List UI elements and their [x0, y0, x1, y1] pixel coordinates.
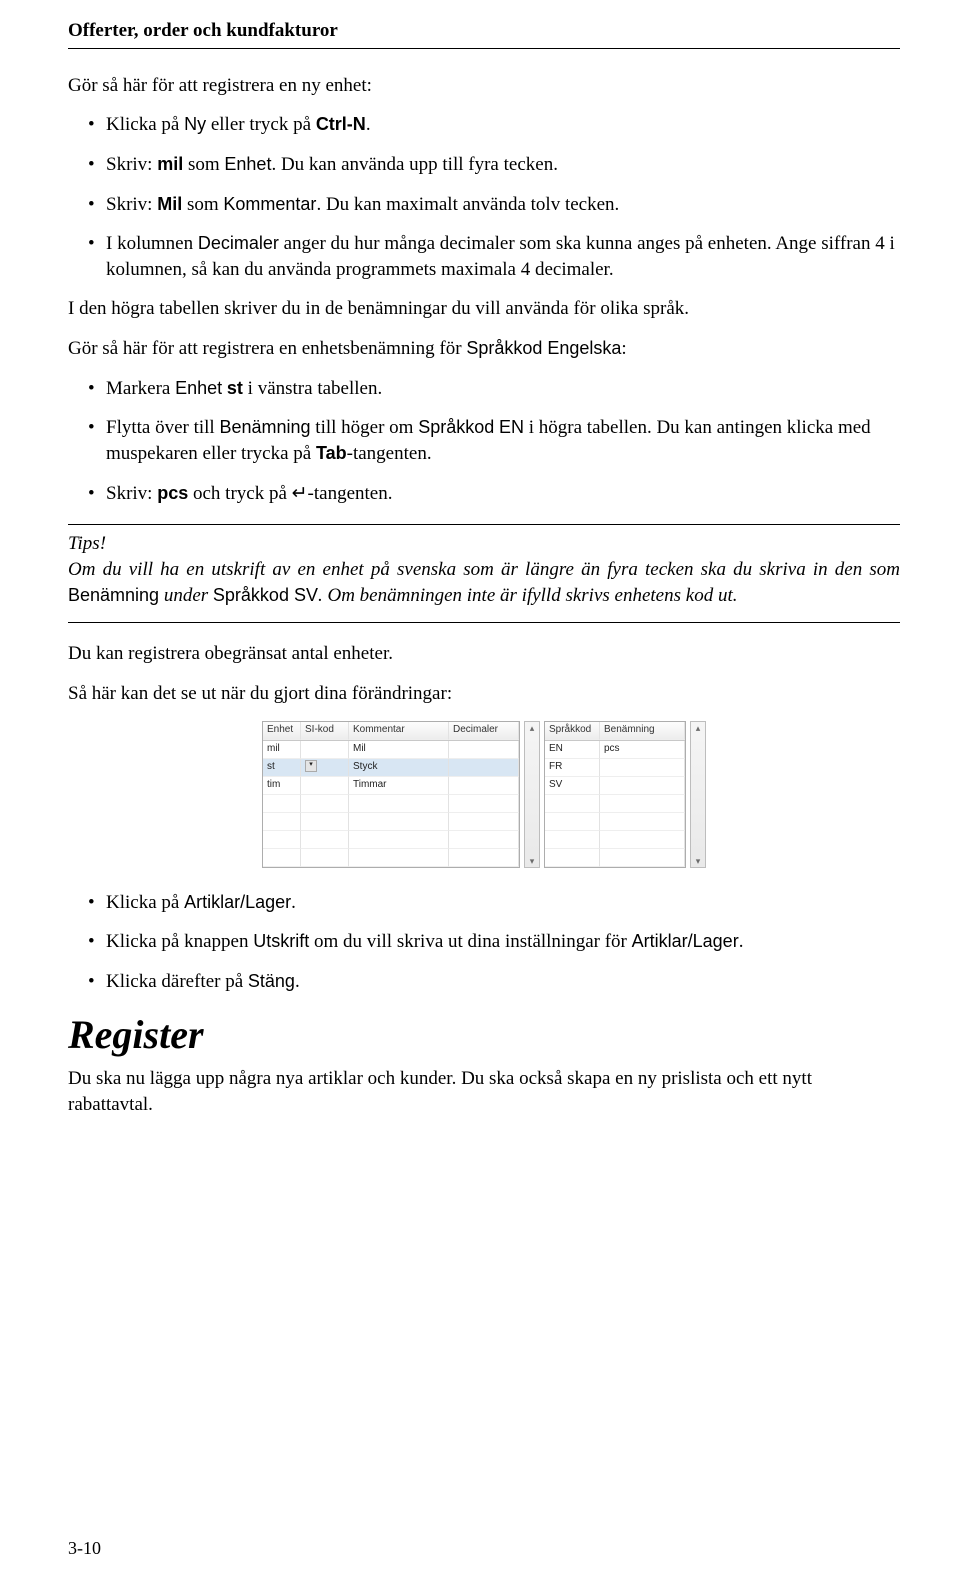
list-item: Skriv: mil som Enhet. Du kan använda upp… [88, 152, 900, 178]
list-item: Markera Enhet st i vänstra tabellen. [88, 376, 900, 402]
step-list-3: Klicka på Artiklar/Lager. Klicka på knap… [68, 890, 900, 995]
column-header[interactable]: Språkkod [545, 722, 600, 740]
page-number: 3-10 [68, 1536, 101, 1560]
table-cell[interactable] [600, 849, 685, 867]
table-cell[interactable] [449, 795, 519, 813]
chevron-up-icon[interactable]: ▴ [696, 722, 701, 734]
table-cell[interactable]: ▾ [301, 759, 349, 777]
table-cell[interactable]: tim [263, 777, 301, 795]
section-heading: Register [68, 1008, 900, 1062]
table-cell[interactable]: Timmar [349, 777, 449, 795]
table-cell[interactable] [349, 813, 449, 831]
table-cell[interactable] [600, 759, 685, 777]
body-paragraph: Gör så här för att registrera en enhetsb… [68, 336, 900, 362]
language-table: Språkkod Benämning ENpcsFRSV [544, 721, 686, 868]
column-header[interactable]: SI-kod [301, 722, 349, 740]
table-cell[interactable] [545, 849, 600, 867]
screenshot-tables: Enhet SI-kod Kommentar Decimaler mil Mil s… [68, 721, 900, 868]
table-cell[interactable] [600, 795, 685, 813]
tips-body: Om du vill ha en utskrift av en enhet på… [68, 557, 900, 608]
table-cell[interactable] [545, 813, 600, 831]
list-item: Klicka på Artiklar/Lager. [88, 890, 900, 916]
table-cell[interactable] [301, 849, 349, 867]
table-cell[interactable] [349, 795, 449, 813]
table-cell[interactable]: Mil [349, 741, 449, 759]
list-item: I kolumnen Decimaler anger du hur många … [88, 231, 900, 282]
column-header[interactable]: Decimaler [449, 722, 519, 740]
list-item: Skriv: pcs och tryck på ↵-tangenten. [88, 481, 900, 507]
body-paragraph: I den högra tabellen skriver du in de be… [68, 296, 900, 322]
table-cell[interactable] [545, 831, 600, 849]
table-cell[interactable] [263, 813, 301, 831]
dropdown-icon[interactable]: ▾ [305, 760, 317, 772]
divider [68, 524, 900, 525]
table-cell[interactable]: mil [263, 741, 301, 759]
tips-title: Tips! [68, 531, 900, 557]
table-cell[interactable] [349, 849, 449, 867]
table-cell[interactable] [263, 831, 301, 849]
chevron-up-icon[interactable]: ▴ [530, 722, 535, 734]
column-header[interactable]: Kommentar [349, 722, 449, 740]
table-cell[interactable] [449, 831, 519, 849]
table-cell[interactable] [301, 831, 349, 849]
body-paragraph: Så här kan det se ut när du gjort dina f… [68, 681, 900, 707]
table-cell[interactable] [301, 741, 349, 759]
step-list-1: Klicka på Ny eller tryck på Ctrl-N. Skri… [68, 112, 900, 282]
scrollbar[interactable]: ▴ ▾ [524, 721, 540, 868]
header-rule [68, 48, 900, 49]
list-item: Flytta över till Benämning till höger om… [88, 415, 900, 466]
body-paragraph: Du ska nu lägga upp några nya artiklar o… [68, 1066, 900, 1117]
list-item: Klicka därefter på Stäng. [88, 969, 900, 995]
table-cell[interactable] [263, 849, 301, 867]
table-cell[interactable] [301, 777, 349, 795]
chevron-down-icon[interactable]: ▾ [530, 855, 535, 867]
table-cell[interactable] [449, 759, 519, 777]
intro-paragraph: Gör så här för att registrera en ny enhe… [68, 73, 900, 99]
table-cell[interactable] [600, 831, 685, 849]
table-cell[interactable] [449, 813, 519, 831]
table-cell[interactable] [349, 831, 449, 849]
table-cell[interactable]: EN [545, 741, 600, 759]
column-header[interactable]: Benämning [600, 722, 685, 740]
tips-block: Tips! Om du vill ha en utskrift av en en… [68, 524, 900, 623]
table-cell[interactable] [449, 777, 519, 795]
body-paragraph: Du kan registrera obegränsat antal enhet… [68, 641, 900, 667]
units-table: Enhet SI-kod Kommentar Decimaler mil Mil s… [262, 721, 520, 868]
table-cell[interactable]: pcs [600, 741, 685, 759]
table-cell[interactable] [301, 795, 349, 813]
running-header: Offerter, order och kundfakturor [68, 18, 900, 44]
scrollbar[interactable]: ▴ ▾ [690, 721, 706, 868]
table-cell[interactable] [600, 813, 685, 831]
list-item: Klicka på Ny eller tryck på Ctrl-N. [88, 112, 900, 138]
table-cell[interactable]: st [263, 759, 301, 777]
table-cell[interactable]: Styck [349, 759, 449, 777]
divider [68, 622, 900, 623]
table-cell[interactable] [545, 795, 600, 813]
step-list-2: Markera Enhet st i vänstra tabellen. Fly… [68, 376, 900, 507]
table-cell[interactable] [449, 849, 519, 867]
table-cell[interactable]: SV [545, 777, 600, 795]
column-header[interactable]: Enhet [263, 722, 301, 740]
table-cell[interactable] [263, 795, 301, 813]
table-cell[interactable] [600, 777, 685, 795]
table-cell[interactable] [449, 741, 519, 759]
chevron-down-icon[interactable]: ▾ [696, 855, 701, 867]
list-item: Klicka på knappen Utskrift om du vill sk… [88, 929, 900, 955]
table-cell[interactable] [301, 813, 349, 831]
list-item: Skriv: Mil som Kommentar. Du kan maximal… [88, 192, 900, 218]
table-cell[interactable]: FR [545, 759, 600, 777]
